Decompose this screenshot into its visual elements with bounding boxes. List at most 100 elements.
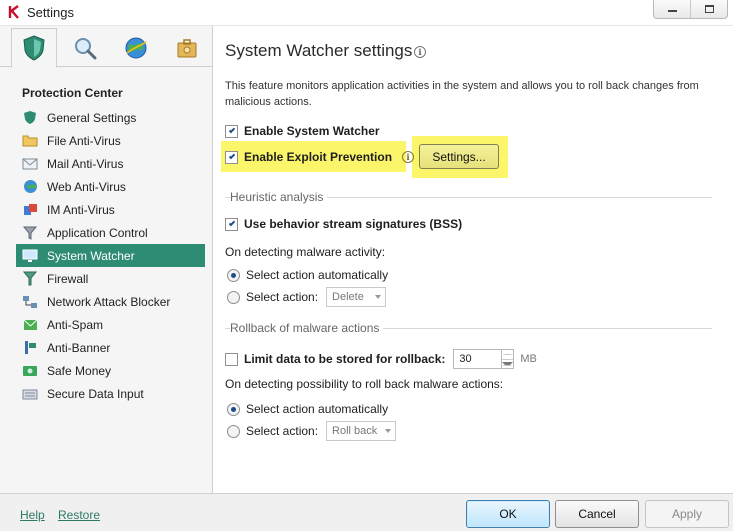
sidebar-item-firewall[interactable]: Firewall [16,267,205,290]
sidebar-item-application-control[interactable]: Application Control [16,221,205,244]
window-controls [653,0,728,19]
page-description: This feature monitors application activi… [225,80,699,108]
sidebar-item-label: Mail Anti-Virus [47,156,124,171]
sidebar-item-label: Web Anti-Virus [47,179,126,194]
heuristic-group-label: Heuristic analysis [230,190,328,204]
rollback-manual-label: Select action: [246,424,319,438]
minimize-button[interactable] [654,0,690,18]
stepper-arrows[interactable] [502,349,515,369]
page-title: System Watcher settings [225,41,413,60]
heuristic-action-dropdown[interactable]: Delete [326,287,387,307]
chevron-down-icon [375,295,382,299]
stepper-down-icon[interactable] [502,360,514,369]
firewall-icon [22,271,38,287]
funnel-icon [22,225,38,241]
sidebar-item-general-settings[interactable]: General Settings [16,106,205,129]
restore-link[interactable]: Restore [58,508,100,522]
enable-exploit-prevention-checkbox[interactable] [225,150,238,164]
bss-checkbox[interactable] [225,217,238,231]
heuristic-auto-radio[interactable] [227,268,240,282]
globe-small-icon [22,179,38,195]
envelope-icon [22,156,38,172]
monitor-icon [22,248,38,264]
sidebar-item-im-anti-virus[interactable]: IM Anti-Virus [16,198,205,221]
minimize-icon [667,10,677,12]
sidebar-item-label: System Watcher [47,248,135,263]
enable-exploit-prevention-row: Enable Exploit Prevention i [225,150,415,164]
sidebar-item-label: Anti-Spam [47,317,104,332]
sidebar-item-anti-banner[interactable]: Anti-Banner [16,336,205,359]
enable-exploit-prevention-label: Enable Exploit Prevention [244,150,393,164]
network-icon [22,294,38,310]
bss-label: Use behavior stream signatures (BSS) [244,217,463,231]
sidebar-item-label: Firewall [47,271,89,286]
sidebar-item-safe-money[interactable]: Safe Money [16,359,205,382]
heuristic-auto-radio-row: Select action automatically [227,268,388,282]
rollback-limit-input[interactable]: 30 [453,349,503,369]
tab-scan[interactable] [62,28,108,67]
sidebar-item-web-anti-virus[interactable]: Web Anti-Virus [16,175,205,198]
main-panel: System Watcher settings i This feature m… [214,26,733,493]
kaspersky-logo-icon [8,5,19,19]
sidebar-item-label: Application Control [47,225,148,240]
shield-small-icon [22,110,38,126]
sidebar-item-label: Safe Money [47,363,112,378]
enable-system-watcher-row: Enable System Watcher [225,124,380,138]
sidebar-item-label: General Settings [47,110,137,125]
enable-system-watcher-label: Enable System Watcher [244,124,380,138]
heuristic-manual-radio-row: Select action: Delete [227,287,387,307]
sidebar-item-anti-spam[interactable]: Anti-Spam [16,313,205,336]
sidebar-tabs [0,26,212,68]
sidebar-item-label: Secure Data Input [47,386,144,401]
chevron-down-icon [385,429,392,433]
stepper-up-icon[interactable] [502,350,514,360]
sidebar-item-mail-anti-virus[interactable]: Mail Anti-Virus [16,152,205,175]
apply-button[interactable]: Apply [645,500,729,528]
bss-row: Use behavior stream signatures (BSS) [225,217,462,231]
sidebar-item-system-watcher[interactable]: System Watcher [16,244,205,267]
rollback-action-dropdown[interactable]: Roll back [326,421,397,441]
sidebar-item-secure-data-input[interactable]: Secure Data Input [16,382,205,405]
sidebar-item-label: Anti-Banner [47,340,111,355]
maximize-icon [704,5,714,13]
enable-system-watcher-checkbox[interactable] [225,124,238,138]
rollback-limit-row: Limit data to be stored for rollback: 30… [225,349,537,369]
banner-icon [22,340,38,356]
sidebar-item-label: IM Anti-Virus [47,202,115,217]
sidebar: Protection Center General Settings File … [0,26,213,493]
ok-button[interactable]: OK [466,500,550,528]
info-icon[interactable]: i [414,46,426,58]
tab-tools[interactable] [164,28,210,67]
rollback-auto-label: Select action automatically [246,402,389,416]
shield-icon [23,35,45,61]
rollback-auto-radio[interactable] [227,402,240,416]
heuristic-manual-radio[interactable] [227,290,240,304]
rollback-manual-radio[interactable] [227,424,240,438]
maximize-button[interactable] [690,0,727,18]
antispam-icon [22,317,38,333]
heuristic-auto-label: Select action automatically [246,268,389,282]
sidebar-item-label: Network Attack Blocker [47,294,171,309]
info-icon[interactable]: i [402,151,415,163]
sidebar-item-network-attack-blocker[interactable]: Network Attack Blocker [16,290,205,313]
heuristic-on-detect-label: On detecting malware activity: [225,245,386,259]
exploit-settings-button[interactable]: Settings... [419,144,499,169]
window-title: Settings [27,5,74,20]
rollback-limit-unit: MB [520,353,537,365]
footer: Help Restore OK Cancel Apply [0,493,733,531]
title-bar: Settings [0,0,733,26]
rollback-manual-radio-row: Select action: Roll back [227,421,397,441]
heuristic-manual-label: Select action: [246,290,319,304]
rollback-limit-stepper[interactable]: 30 [453,349,515,369]
sidebar-item-file-anti-virus[interactable]: File Anti-Virus [16,129,205,152]
rollback-limit-checkbox[interactable] [225,352,238,366]
sidebar-item-label: File Anti-Virus [47,133,121,148]
cancel-button[interactable]: Cancel [555,500,639,528]
chat-icon [22,202,38,218]
sidebar-nav: General Settings File Anti-Virus Mail An… [16,106,205,405]
tab-update[interactable] [113,28,159,67]
tab-protection[interactable] [11,28,57,68]
money-icon [22,363,38,379]
help-link[interactable]: Help [20,508,45,522]
rollback-group-label: Rollback of malware actions [230,321,384,335]
